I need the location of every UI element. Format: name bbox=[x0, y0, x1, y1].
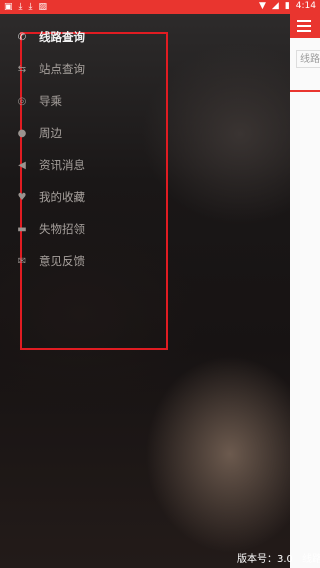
phone-icon: ✆ bbox=[17, 31, 27, 43]
briefcase-icon: ▬ bbox=[17, 223, 27, 235]
menu-item-route-query[interactable]: ✆ 线路查询 bbox=[16, 27, 85, 47]
menu-item-label: 线路查询 bbox=[39, 30, 85, 44]
version-label: 版本号：3.0 线路公 bbox=[237, 550, 320, 565]
menu-item-news[interactable]: ◀ 资讯消息 bbox=[16, 155, 85, 175]
menu-item-label: 资讯消息 bbox=[39, 158, 85, 172]
main-footer-text: 线路公 bbox=[302, 554, 320, 565]
menu-item-label: 意见反馈 bbox=[39, 254, 85, 268]
image-icon: ▨ bbox=[38, 2, 47, 12]
envelope-icon: ✉ bbox=[17, 255, 27, 267]
download-icon: ⤓ bbox=[28, 2, 33, 12]
search-input[interactable]: 线路 bbox=[296, 50, 320, 68]
menu-item-guide[interactable]: ◎ 导乘 bbox=[16, 91, 62, 111]
menu-item-label: 站点查询 bbox=[39, 62, 85, 76]
menu-item-favorites[interactable]: ♥ 我的收藏 bbox=[16, 187, 85, 207]
status-bar: ▣ ⤓ ⤓ ▨ ▼ ◢ ▮ 4:14 bbox=[0, 0, 320, 14]
menu-item-label: 我的收藏 bbox=[39, 190, 85, 204]
download-icon: ⤓ bbox=[18, 2, 23, 12]
menu-item-nearby[interactable]: ● 周边 bbox=[16, 123, 62, 143]
battery-icon: ▮ bbox=[284, 1, 290, 11]
status-time: 4:14 bbox=[295, 1, 316, 11]
android-icon: ▣ bbox=[4, 2, 13, 12]
menu-item-label: 失物招领 bbox=[39, 222, 85, 236]
version-text: 版本号：3.0 bbox=[237, 554, 293, 565]
bus-stop-icon: ⇆ bbox=[17, 63, 27, 75]
wifi-icon: ▼ bbox=[258, 1, 266, 11]
signal-icon: ◢ bbox=[271, 1, 279, 11]
location-pin-icon: ● bbox=[17, 127, 27, 139]
menu-item-feedback[interactable]: ✉ 意见反馈 bbox=[16, 251, 85, 271]
tab-indicator bbox=[290, 90, 320, 92]
menu-item-lost-found[interactable]: ▬ 失物招领 bbox=[16, 219, 85, 239]
navigation-drawer: ✆ 线路查询 ⇆ 站点查询 ◎ 导乘 ● 周边 ◀ 资讯消息 ♥ 我的收藏 ▬ … bbox=[0, 14, 290, 568]
menu-item-label: 周边 bbox=[39, 126, 62, 140]
main-page-peek[interactable]: 线路 bbox=[290, 14, 320, 568]
megaphone-icon: ◀ bbox=[18, 159, 26, 171]
compass-icon: ◎ bbox=[17, 95, 27, 107]
menu-icon[interactable] bbox=[297, 20, 311, 32]
app-header bbox=[290, 14, 320, 38]
menu-item-label: 导乘 bbox=[39, 94, 62, 108]
heart-icon: ♥ bbox=[17, 191, 27, 203]
menu-item-stop-query[interactable]: ⇆ 站点查询 bbox=[16, 59, 85, 79]
